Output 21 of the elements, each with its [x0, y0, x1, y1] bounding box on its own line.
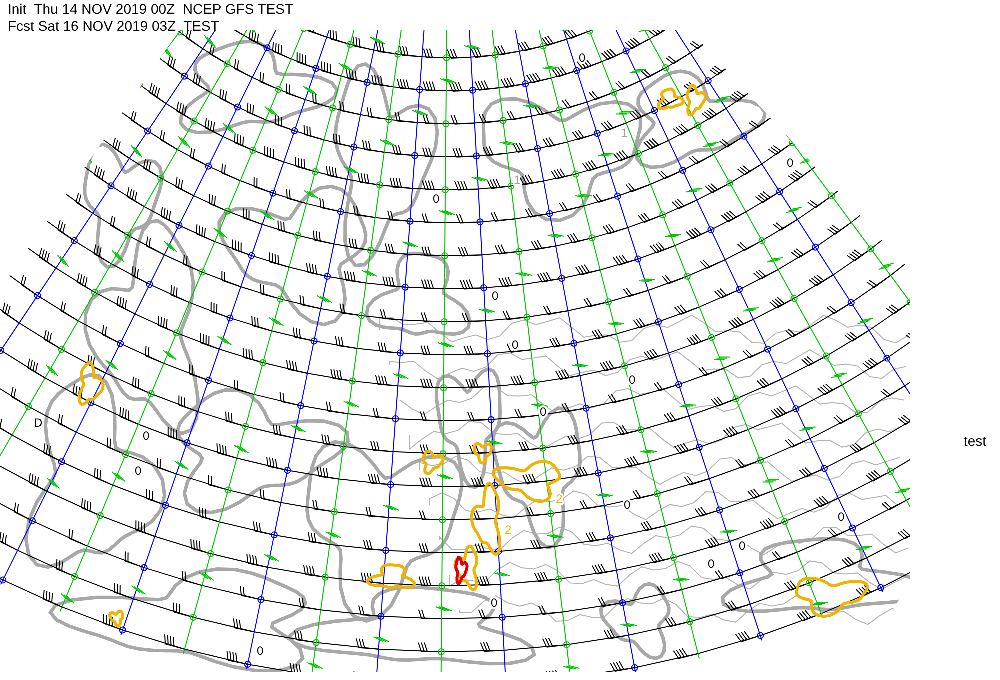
- contour-label: 0: [787, 156, 794, 170]
- contour-label: 2: [505, 523, 512, 537]
- contour-label: 0: [838, 510, 845, 524]
- contour-label: 0: [433, 192, 440, 206]
- init-time-line: Init Thu 14 NOV 2019 00Z NCEP GFS TEST: [8, 1, 294, 17]
- contour-label: 0: [739, 539, 746, 553]
- side-label: test: [964, 433, 987, 449]
- contour-label: 0: [579, 51, 586, 65]
- contour-label: 0: [492, 289, 499, 303]
- contour-label: 0: [624, 498, 631, 512]
- contour-label: 0: [491, 596, 498, 610]
- contour-label: 1: [514, 173, 521, 187]
- contour-label: 0: [257, 644, 264, 658]
- forecast-time-line: Fcst Sat 16 NOV 2019 03Z TEST: [8, 18, 220, 34]
- contour-label: 1: [621, 126, 628, 140]
- contour-label: 0: [629, 373, 636, 387]
- contour-label: 0: [135, 464, 142, 478]
- contour-label: 2: [556, 492, 563, 506]
- contour-label: D: [34, 416, 43, 430]
- contour-label: 0: [143, 429, 150, 443]
- contour-label: 0: [708, 557, 715, 571]
